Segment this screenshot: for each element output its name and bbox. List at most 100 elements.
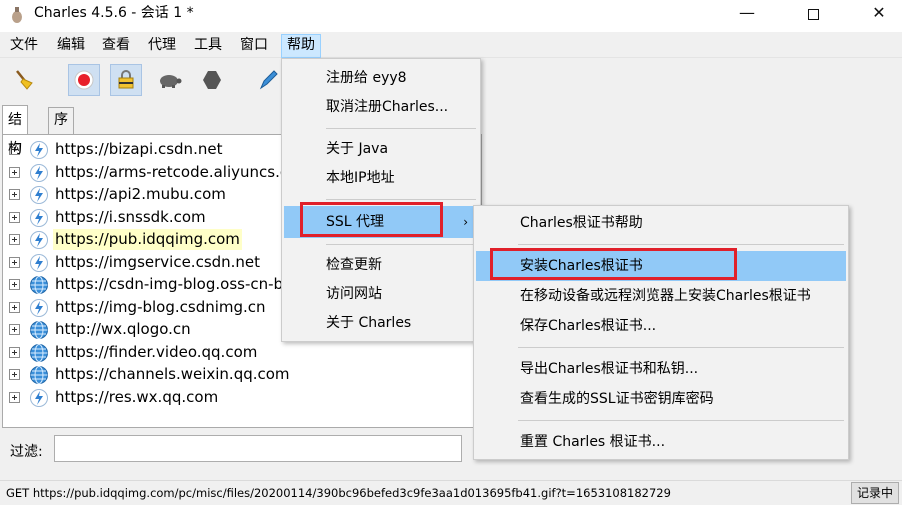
clear-session-button[interactable]: [8, 64, 40, 96]
help-menu-item[interactable]: 注册给 eyy8: [284, 64, 478, 92]
menu-file[interactable]: 文件: [5, 34, 43, 58]
menu-edit[interactable]: 编辑: [52, 34, 90, 58]
menu-view[interactable]: 查看: [97, 34, 135, 58]
expand-plus-icon[interactable]: [9, 346, 20, 358]
ssl-submenu-item-label: Charles根证书帮助: [520, 215, 643, 231]
ssl-submenu-item[interactable]: 在移动设备或远程浏览器上安装Charles根证书: [476, 281, 846, 311]
menu-bar: 文件 编辑 查看 代理 工具 窗口 帮助: [0, 32, 902, 58]
lightning-icon: [30, 388, 48, 407]
host-label: https://imgservice.csdn.net: [55, 252, 261, 271]
help-menu-item[interactable]: 取消注册Charles...: [284, 93, 478, 121]
host-label: https://api2.mubu.com: [55, 185, 226, 203]
host-label: https://pub.idqqimg.com: [53, 229, 242, 250]
ssl-submenu-item[interactable]: Charles根证书帮助: [476, 208, 846, 238]
ssl-submenu-item[interactable]: 查看生成的SSL证书密钥库密码: [476, 384, 846, 414]
ssl-submenu-item-label: 保存Charles根证书...: [520, 318, 657, 334]
expand-plus-icon[interactable]: [9, 324, 20, 335]
menu-help[interactable]: 帮助: [281, 34, 321, 58]
close-button[interactable]: ✕: [856, 0, 902, 30]
ssl-submenu-item-label: 导出Charles根证书和私钥...: [520, 361, 699, 377]
maximize-button[interactable]: [790, 0, 836, 30]
tree-row[interactable]: https://finder.video.qq.com: [3, 342, 473, 364]
charles-app-icon: [12, 7, 22, 23]
lightning-icon: [30, 186, 48, 204]
breakpoint-hexagon-icon: [203, 71, 221, 89]
host-label: https://bizapi.csdn.net: [55, 140, 223, 158]
ssl-submenu-item[interactable]: 保存Charles根证书...: [476, 311, 846, 341]
compose-button[interactable]: [252, 64, 284, 96]
help-menu-item[interactable]: 本地IP地址: [284, 164, 478, 192]
pen-compose-icon: [259, 70, 278, 90]
status-bar: GET https://pub.idqqimg.com/pc/misc/file…: [0, 480, 902, 505]
lightning-icon: [30, 298, 48, 317]
menu-proxy[interactable]: 代理: [143, 34, 181, 58]
menu-tools[interactable]: 工具: [189, 34, 227, 58]
menu-separator: [518, 244, 844, 245]
help-menu-item[interactable]: 关于 Charles: [284, 309, 478, 337]
status-request-url: GET https://pub.idqqimg.com/pc/misc/file…: [6, 486, 671, 500]
record-button[interactable]: [68, 64, 100, 96]
tab-sequence[interactable]: 序列: [48, 107, 74, 153]
expand-plus-icon[interactable]: [9, 166, 20, 178]
help-menu-item-label: SSL 代理: [326, 214, 385, 230]
lightning-icon: [30, 253, 48, 272]
ssl-proxying-submenu: Charles根证书帮助 安装Charles根证书在移动设备或远程浏览器上安装Ch…: [473, 205, 849, 460]
help-menu-item-label: 取消注册Charles...: [326, 99, 449, 115]
ssl-submenu-item-label: 安装Charles根证书: [520, 258, 643, 274]
expand-plus-icon[interactable]: [9, 369, 20, 380]
recording-status-button[interactable]: 记录中: [851, 482, 899, 504]
host-label: https://arms-retcode.aliyuncs.com: [55, 162, 312, 181]
help-menu-dropdown: 注册给 eyy8 取消注册Charles... 关于 Java 本地IP地址 SSL 代…: [281, 58, 481, 342]
help-menu-item-label: 本地IP地址: [326, 170, 395, 186]
expand-plus-icon[interactable]: [9, 189, 20, 200]
help-menu-item-label: 访问网站: [326, 286, 382, 302]
ssl-submenu-item-label: 查看生成的SSL证书密钥库密码: [520, 391, 714, 407]
globe-icon: [30, 343, 48, 362]
tree-row[interactable]: https://channels.weixin.qq.com: [3, 364, 473, 386]
ssl-proxying-button[interactable]: [110, 64, 142, 96]
expand-plus-icon[interactable]: [9, 211, 20, 223]
lightning-icon: [30, 163, 48, 182]
globe-icon: [30, 321, 48, 339]
ssl-submenu-item-label: 在移动设备或远程浏览器上安装Charles根证书: [520, 288, 811, 304]
record-icon: [74, 70, 94, 90]
menu-separator: [518, 347, 844, 348]
expand-plus-icon[interactable]: [9, 301, 20, 313]
ssl-submenu-item[interactable]: 导出Charles根证书和私钥...: [476, 354, 846, 384]
minimize-button[interactable]: —: [724, 0, 770, 30]
host-label: https://channels.weixin.qq.com: [55, 365, 290, 383]
ssl-submenu-item[interactable]: 安装Charles根证书: [476, 251, 846, 281]
help-menu-item[interactable]: SSL 代理 ›: [284, 206, 478, 238]
help-menu-item[interactable]: 访问网站: [284, 280, 478, 308]
title-bar: Charles 4.5.6 - 会话 1 * — ✕: [0, 0, 902, 32]
host-label: https://img-blog.csdnimg.cn: [55, 297, 266, 316]
broom-icon: [16, 70, 33, 90]
menu-window[interactable]: 窗口: [235, 34, 273, 58]
host-label: https://finder.video.qq.com: [55, 342, 258, 361]
expand-plus-icon[interactable]: [9, 234, 20, 245]
throttle-button[interactable]: [153, 64, 185, 96]
lightning-icon: [30, 141, 48, 159]
help-menu-item-label: 关于 Java: [326, 141, 389, 157]
help-menu-item-label: 关于 Charles: [326, 315, 412, 331]
host-label: https://i.snssdk.com: [55, 207, 206, 226]
tab-structure[interactable]: 结构: [2, 105, 28, 157]
ssl-submenu-item[interactable]: 重置 Charles 根证书...: [476, 427, 846, 457]
ssl-lock-icon: [118, 70, 134, 89]
expand-plus-icon[interactable]: [9, 279, 20, 290]
expand-plus-icon[interactable]: [9, 256, 20, 268]
lightning-icon: [30, 231, 48, 249]
menu-separator: [326, 128, 476, 129]
filter-input[interactable]: [54, 435, 462, 462]
help-menu-item[interactable]: 检查更新: [284, 251, 478, 279]
help-menu-item[interactable]: 关于 Java: [284, 135, 478, 163]
ssl-submenu-item-label: 重置 Charles 根证书...: [520, 434, 666, 450]
filter-label: 过滤:: [10, 444, 43, 460]
turtle-throttle-icon: [160, 75, 182, 88]
help-menu-item-label: 检查更新: [326, 257, 382, 273]
tree-row[interactable]: https://res.wx.qq.com: [3, 387, 473, 409]
breakpoints-button[interactable]: [196, 64, 228, 96]
globe-icon: [30, 276, 48, 294]
expand-plus-icon[interactable]: [9, 391, 20, 403]
menu-separator: [518, 420, 844, 421]
